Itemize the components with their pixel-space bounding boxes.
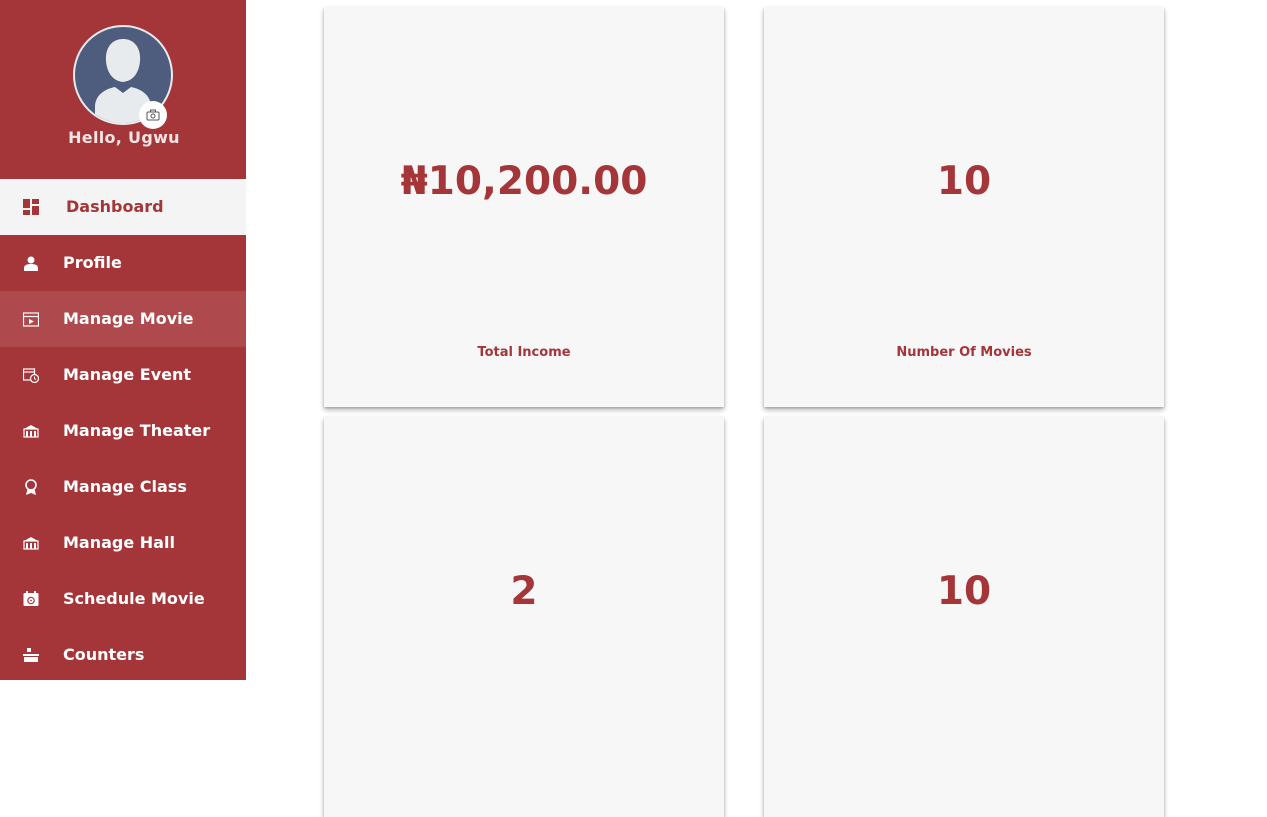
stat-label: Total Income	[477, 345, 571, 360]
stat-label: Number Of Movies	[896, 345, 1032, 360]
award-ribbon-icon	[23, 479, 39, 495]
counter-desk-icon	[23, 647, 39, 663]
camera-icon[interactable]	[139, 101, 167, 129]
sidebar-item-label: Manage Event	[63, 365, 192, 384]
sidebar-nav: Dashboard Profile Manage Movie Manage Ev…	[0, 179, 246, 680]
sidebar-item-manage-class[interactable]: Manage Class	[0, 459, 246, 515]
sidebar-item-manage-hall[interactable]: Manage Hall	[0, 515, 246, 571]
sidebar-item-label: Counters	[63, 645, 145, 664]
stat-card-total-income: ₦10,200.00 Total Income	[324, 7, 724, 407]
calendar-film-icon	[23, 591, 39, 607]
stat-card-number-of-movies: 10 Number Of Movies	[764, 7, 1164, 407]
hall-building-icon	[23, 535, 39, 551]
stat-value: 2	[510, 569, 538, 614]
stat-value: 10	[936, 569, 992, 614]
dashboard-icon	[23, 199, 39, 215]
sidebar-item-manage-theater[interactable]: Manage Theater	[0, 403, 246, 459]
movie-clapper-icon	[23, 311, 39, 327]
sidebar-item-label: Manage Class	[63, 477, 187, 496]
stat-value: 10	[936, 159, 992, 204]
profile-section: Hello, Ugwu	[0, 0, 246, 179]
sidebar-item-manage-event[interactable]: Manage Event	[0, 347, 246, 403]
user-greeting: Hello, Ugwu	[68, 128, 180, 147]
theater-building-icon	[23, 423, 39, 439]
user-icon	[23, 255, 39, 271]
sidebar-item-label: Profile	[63, 253, 122, 272]
stat-value: ₦10,200.00	[400, 159, 648, 204]
stat-card: 2	[324, 417, 724, 817]
sidebar-item-profile[interactable]: Profile	[0, 235, 246, 291]
sidebar-item-label: Manage Hall	[63, 533, 175, 552]
sidebar-item-dashboard[interactable]: Dashboard	[0, 179, 246, 235]
stat-card: 10	[764, 417, 1164, 817]
sidebar-item-manage-movie[interactable]: Manage Movie	[0, 291, 246, 347]
sidebar-item-schedule-movie[interactable]: Schedule Movie	[0, 571, 246, 627]
sidebar-item-label: Dashboard	[66, 197, 164, 216]
sidebar-item-label: Manage Movie	[63, 309, 194, 328]
sidebar-item-counters[interactable]: Counters	[0, 627, 246, 680]
calendar-clock-icon	[23, 367, 39, 383]
sidebar: Hello, Ugwu Dashboard Profile Manage Mov…	[0, 0, 246, 680]
sidebar-item-label: Schedule Movie	[63, 589, 205, 608]
sidebar-item-label: Manage Theater	[63, 421, 211, 440]
